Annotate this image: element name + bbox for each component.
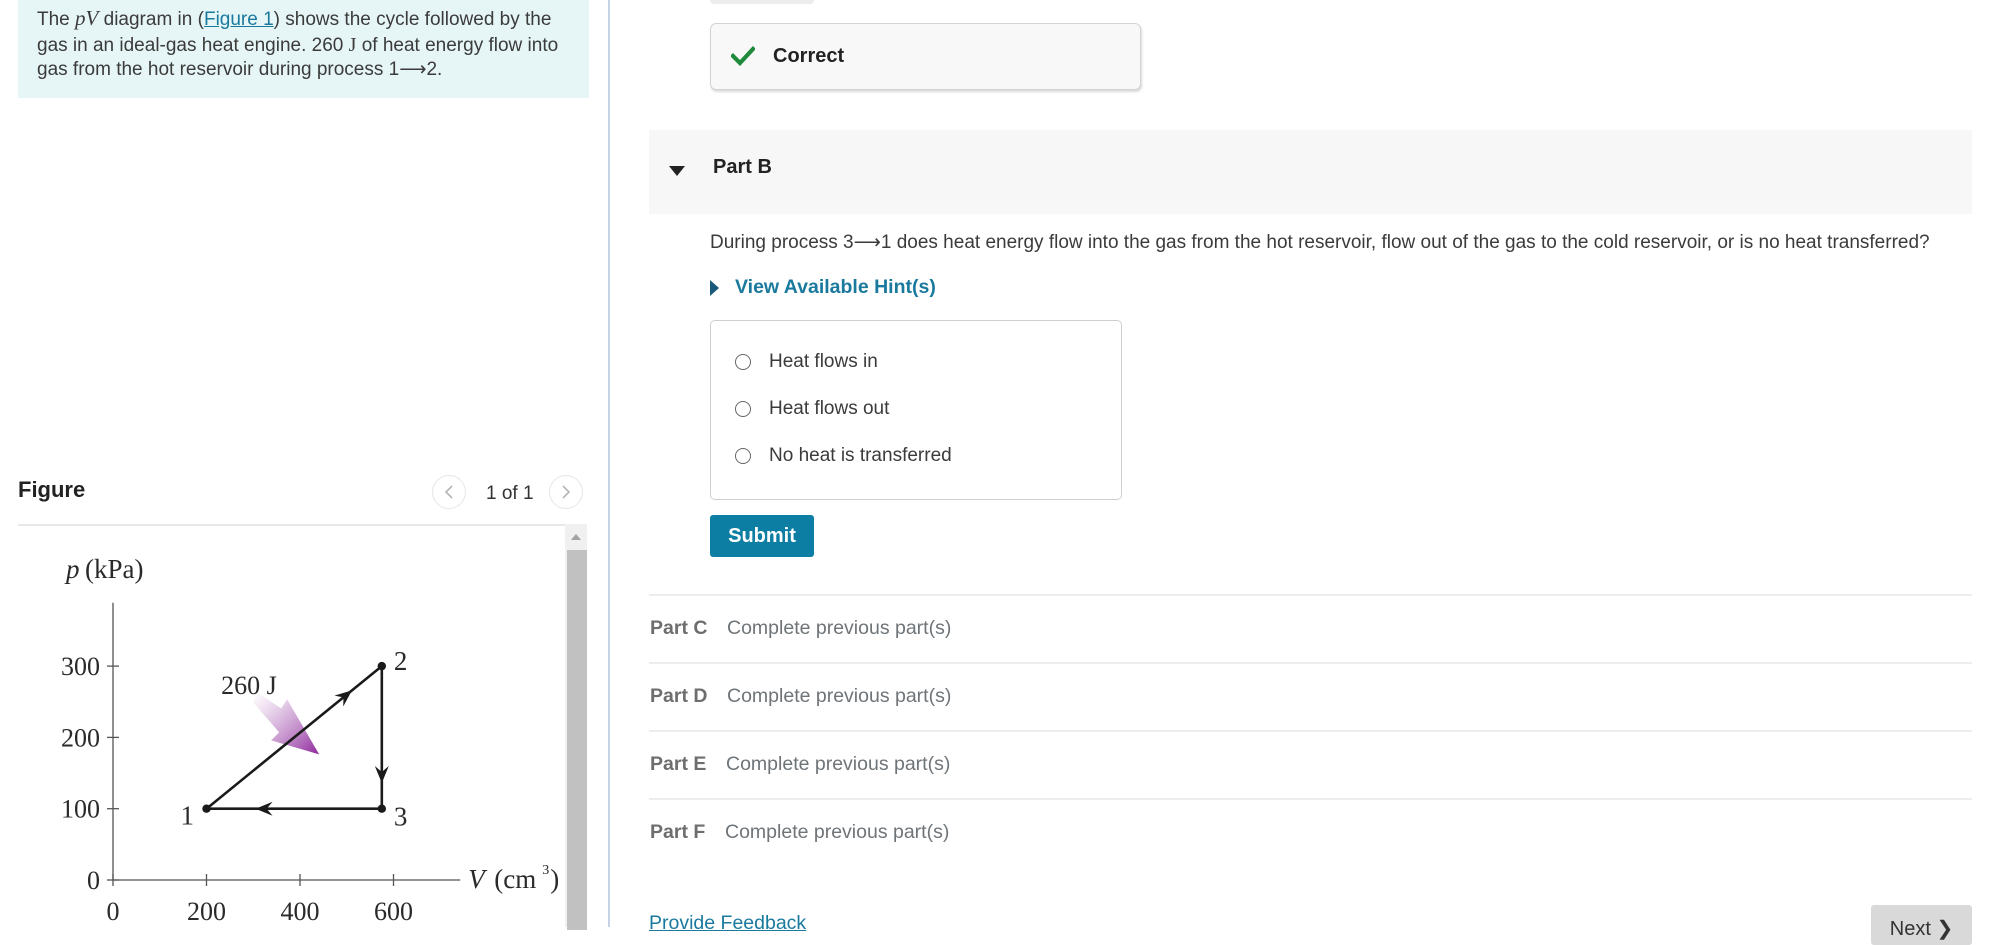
y-tick-label: 100 bbox=[61, 795, 100, 824]
view-hints-label: View Available Hint(s) bbox=[735, 276, 936, 298]
part-d-row: Part D Complete previous part(s) bbox=[649, 662, 1972, 728]
previous-answer-stub bbox=[710, 0, 814, 4]
intro-math-pv: pV bbox=[75, 6, 99, 30]
y-tick-label: 300 bbox=[61, 652, 100, 681]
part-name: Part D bbox=[650, 685, 708, 707]
choice-no-heat-transferred[interactable]: No heat is transferred bbox=[735, 445, 952, 467]
y-tick-label: 200 bbox=[61, 723, 100, 752]
choice-heat-flows-in[interactable]: Heat flows in bbox=[735, 351, 878, 373]
scrollbar-thumb[interactable] bbox=[567, 550, 587, 930]
figure-1-link[interactable]: Figure 1 bbox=[204, 9, 274, 30]
x-tick-label: 200 bbox=[187, 897, 226, 926]
part-status: Complete previous part(s) bbox=[727, 617, 952, 639]
correct-label: Correct bbox=[773, 45, 845, 67]
x-axis-label: V (cm 3 ) bbox=[468, 863, 559, 894]
part-name: Part F bbox=[650, 821, 706, 843]
figure-next-button[interactable] bbox=[549, 475, 583, 509]
part-status: Complete previous part(s) bbox=[725, 821, 950, 843]
part-b-question: During process 3⟶1 does heat energy flow… bbox=[710, 232, 1930, 253]
figure-viewport: p (kPa) 0 200 400 600 0 100 200 300 260 J 1 2 3 V… bbox=[18, 526, 588, 927]
figure-prev-button[interactable] bbox=[432, 475, 466, 509]
arrow-up-icon bbox=[571, 534, 581, 540]
part-name: Part E bbox=[650, 753, 707, 775]
heat-annotation-label: 260 J bbox=[221, 671, 277, 700]
intro-text: The bbox=[37, 9, 76, 30]
part-b-header[interactable]: Part B bbox=[649, 130, 1972, 214]
chevron-right-icon bbox=[562, 485, 571, 499]
x-axis-label-close: ) bbox=[550, 864, 559, 894]
x-tick-label: 600 bbox=[374, 897, 413, 926]
radio-button[interactable] bbox=[735, 448, 751, 464]
figure-scrollbar[interactable] bbox=[565, 524, 587, 930]
part-f-row: Part F Complete previous part(s) bbox=[649, 798, 1972, 864]
part-b-title: Part B bbox=[713, 156, 772, 178]
y-tick-label: 0 bbox=[87, 866, 100, 895]
state-point-label-2: 2 bbox=[394, 646, 408, 676]
x-axis-label-sup: 3 bbox=[542, 863, 549, 878]
next-button[interactable]: Next ❯ bbox=[1871, 905, 1972, 945]
part-c-row: Part C Complete previous part(s) bbox=[649, 594, 1972, 660]
radio-button[interactable] bbox=[735, 354, 751, 370]
x-tick-label: 400 bbox=[281, 897, 320, 926]
left-panel: The pV diagram in (Figure 1) shows the c… bbox=[0, 0, 608, 930]
state-point-1 bbox=[202, 804, 211, 813]
chevron-left-icon bbox=[444, 485, 453, 499]
figure-counter: 1 of 1 bbox=[486, 483, 534, 504]
state-point-2 bbox=[377, 661, 387, 671]
choice-label: No heat is transferred bbox=[769, 445, 952, 466]
state-point-3 bbox=[377, 804, 387, 813]
state-point-label-1: 1 bbox=[181, 801, 195, 831]
choice-label: Heat flows out bbox=[769, 398, 890, 419]
pv-diagram-chart: p (kPa) 0 200 400 600 0 100 200 300 260 J 1 2 3 V… bbox=[61, 554, 559, 926]
x-tick-label: 0 bbox=[107, 897, 120, 926]
choice-heat-flows-out[interactable]: Heat flows out bbox=[735, 398, 889, 420]
x-axis-label-unit: (cm bbox=[494, 864, 536, 894]
problem-intro: The pV diagram in (Figure 1) shows the c… bbox=[18, 0, 589, 98]
part-e-row: Part E Complete previous part(s) bbox=[649, 730, 1972, 796]
part-status: Complete previous part(s) bbox=[727, 685, 952, 707]
part-status: Complete previous part(s) bbox=[726, 753, 951, 775]
scroll-up-button[interactable] bbox=[565, 524, 587, 550]
y-axis-unit: (kPa) bbox=[85, 554, 143, 584]
intro-text: diagram in ( bbox=[98, 9, 204, 30]
correct-feedback: Correct bbox=[710, 23, 1141, 90]
caret-right-icon bbox=[710, 279, 719, 296]
answer-choices: Heat flows in Heat flows out No heat is … bbox=[710, 320, 1122, 500]
submit-button[interactable]: Submit bbox=[710, 515, 814, 557]
choice-label: Heat flows in bbox=[769, 351, 878, 372]
caret-down-icon bbox=[669, 166, 685, 176]
state-point-label-3: 3 bbox=[394, 802, 408, 832]
view-hints-toggle[interactable]: View Available Hint(s) bbox=[710, 276, 936, 299]
provide-feedback-link[interactable]: Provide Feedback bbox=[649, 912, 806, 935]
figure-title: Figure bbox=[18, 477, 86, 502]
checkmark-icon bbox=[731, 46, 755, 66]
y-axis-label: p bbox=[64, 554, 80, 584]
panel-divider[interactable] bbox=[608, 0, 610, 927]
x-axis-label-main: V bbox=[468, 864, 488, 894]
part-name: Part C bbox=[650, 617, 708, 639]
radio-button[interactable] bbox=[735, 401, 751, 417]
figure-header: Figure 1 of 1 bbox=[18, 470, 588, 522]
